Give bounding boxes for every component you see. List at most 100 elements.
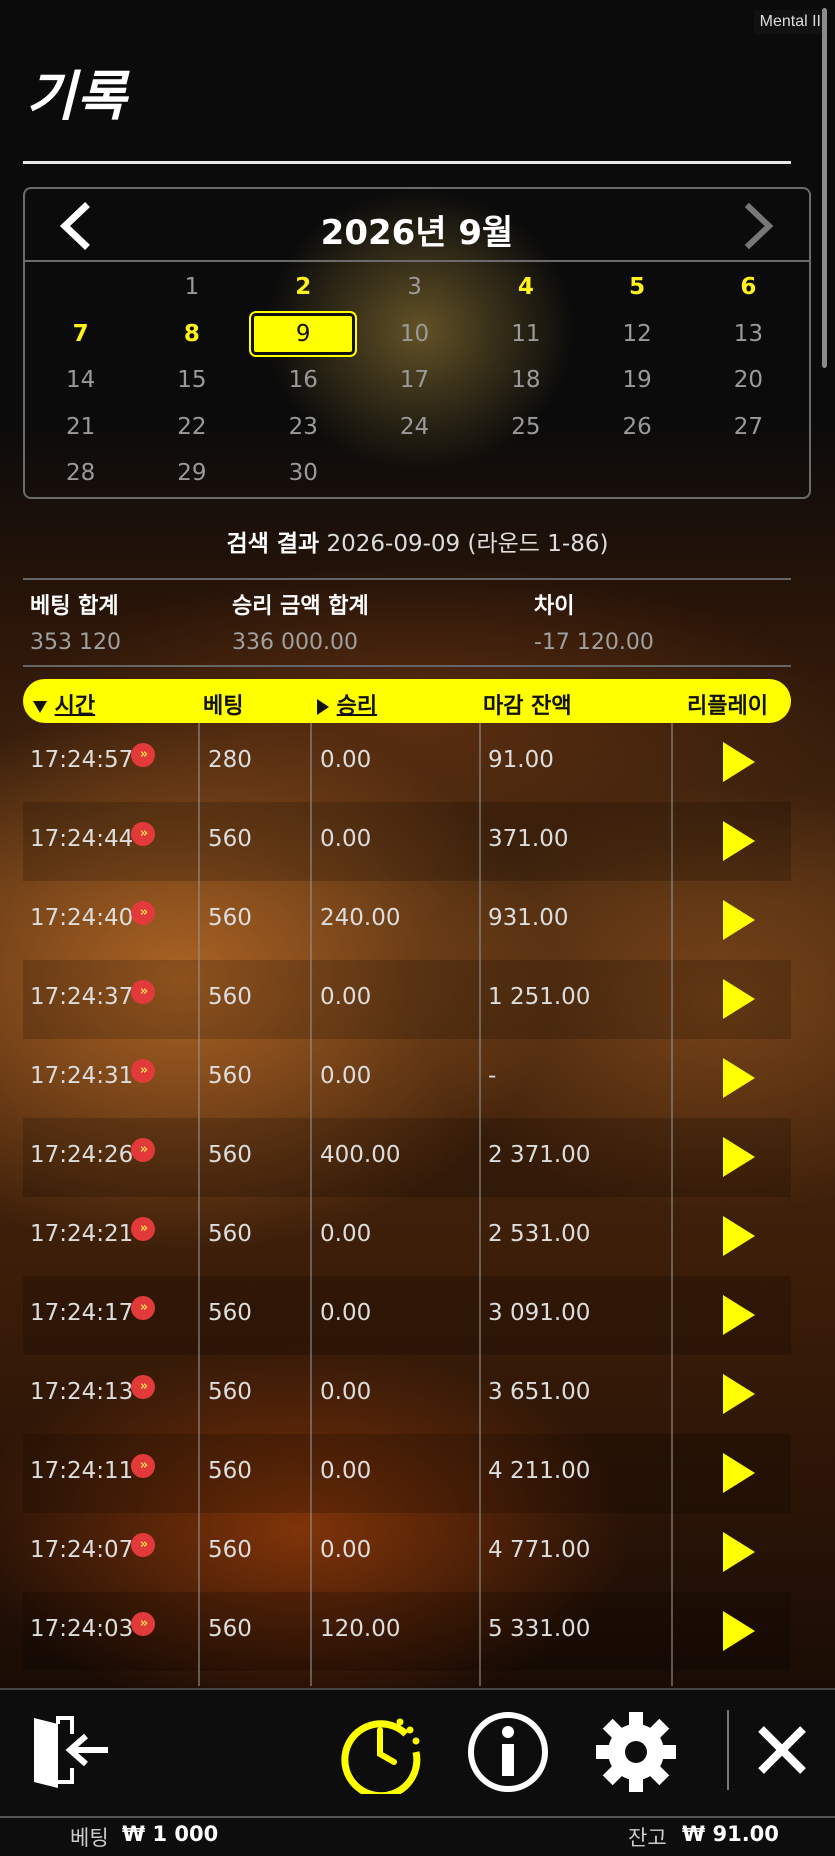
th-win-label: 승리	[336, 694, 378, 719]
calendar-day[interactable]: 6	[708, 267, 788, 307]
turbo-icon: »	[131, 822, 155, 846]
close-icon[interactable]	[756, 1724, 808, 1776]
cell-bet: 560	[208, 1063, 252, 1089]
calendar-day[interactable]: 3	[375, 267, 455, 307]
calendar-day[interactable]: 14	[41, 360, 121, 400]
replay-play-icon[interactable]	[719, 898, 757, 942]
turbo-icon: »	[131, 1533, 155, 1557]
table-row: 17:24:26» 560 400.00 2 371.00	[23, 1118, 791, 1197]
th-balance[interactable]: 마감 잔액	[483, 688, 572, 720]
cell-balance: 2 531.00	[488, 1221, 591, 1247]
calendar-day[interactable]: 29	[152, 453, 232, 493]
replay-play-icon[interactable]	[719, 977, 757, 1021]
cell-bet: 560	[208, 1142, 252, 1168]
calendar: 2026년 9월 1 2 3 4 5 6 7 8 9 10 11 12 13 14 15 16 17 18 19 20…	[23, 187, 811, 499]
diff-label: 차이	[534, 594, 575, 619]
settings-icon[interactable]	[594, 1710, 678, 1794]
calendar-day[interactable]: 23	[263, 407, 343, 447]
calendar-day[interactable]: 27	[708, 407, 788, 447]
cell-bet: 560	[208, 1537, 252, 1563]
calendar-day[interactable]: 4	[486, 267, 566, 307]
search-result-label: 검색 결과	[226, 531, 320, 557]
calendar-day-selected[interactable]: 9	[249, 310, 358, 357]
calendar-day[interactable]: 10	[375, 314, 455, 354]
table-row: 17:24:17» 560 0.00 3 091.00	[23, 1276, 791, 1355]
calendar-day[interactable]: 24	[375, 407, 455, 447]
replay-play-icon[interactable]	[719, 1609, 757, 1653]
history-icon[interactable]	[338, 1710, 422, 1794]
replay-play-icon[interactable]	[719, 1451, 757, 1495]
table-row: 17:24:37» 560 0.00 1 251.00	[23, 960, 791, 1039]
calendar-header: 2026년 9월	[25, 189, 809, 262]
th-bet[interactable]: 베팅	[203, 688, 243, 720]
calendar-day[interactable]: 21	[41, 407, 121, 447]
table-header: 시간 베팅 승리 마감 잔액 리플레이	[23, 679, 791, 723]
calendar-day[interactable]: 8	[152, 314, 232, 354]
next-month-icon[interactable]	[735, 201, 781, 251]
th-time[interactable]: 시간	[33, 688, 95, 720]
replay-play-icon[interactable]	[719, 1372, 757, 1416]
calendar-day[interactable]: 13	[708, 314, 788, 354]
replay-play-icon[interactable]	[719, 1293, 757, 1337]
cell-time: 17:24:11	[30, 1458, 134, 1484]
cell-balance: 91.00	[488, 747, 554, 773]
calendar-day[interactable]: 25	[486, 407, 566, 447]
cell-win: 0.00	[320, 984, 372, 1010]
exit-icon[interactable]	[28, 1712, 112, 1792]
turbo-icon: »	[131, 1612, 155, 1636]
replay-play-icon[interactable]	[719, 1530, 757, 1574]
calendar-day[interactable]: 2	[263, 267, 343, 307]
cell-time: 17:24:26	[30, 1142, 134, 1168]
turbo-icon: »	[131, 743, 155, 767]
table-row: 17:24:21» 560 0.00 2 531.00	[23, 1197, 791, 1276]
calendar-day[interactable]: 20	[708, 360, 788, 400]
calendar-day[interactable]: 17	[375, 360, 455, 400]
cell-balance: 1 251.00	[488, 984, 591, 1010]
calendar-day[interactable]: 11	[486, 314, 566, 354]
table-row: 17:24:57» 280 0.00 91.00	[23, 723, 791, 802]
column-divider	[479, 723, 481, 1686]
replay-play-icon[interactable]	[719, 740, 757, 784]
calendar-day[interactable]: 16	[263, 360, 343, 400]
calendar-day[interactable]: 15	[152, 360, 232, 400]
turbo-icon: »	[131, 1454, 155, 1478]
table-row: 17:24:03» 560 120.00 5 331.00	[23, 1592, 791, 1671]
th-win[interactable]: 승리	[317, 688, 377, 720]
calendar-day[interactable]: 30	[263, 453, 343, 493]
replay-play-icon[interactable]	[719, 1056, 757, 1100]
replay-play-icon[interactable]	[719, 819, 757, 863]
cell-bet: 560	[208, 1458, 252, 1484]
cell-win: 0.00	[320, 1300, 372, 1326]
cell-win: 0.00	[320, 1379, 372, 1405]
replay-play-icon[interactable]	[719, 1135, 757, 1179]
info-icon[interactable]	[466, 1710, 550, 1794]
win-total-value: 336 000.00	[232, 630, 358, 655]
calendar-day[interactable]: 18	[486, 360, 566, 400]
calendar-day[interactable]: 7	[41, 314, 121, 354]
page-title: 기록	[26, 65, 128, 128]
calendar-day[interactable]: 22	[152, 407, 232, 447]
replay-play-icon[interactable]	[719, 1214, 757, 1258]
cell-balance: 3 091.00	[488, 1300, 591, 1326]
turbo-icon: »	[131, 1375, 155, 1399]
cell-win: 0.00	[320, 1221, 372, 1247]
turbo-icon: »	[131, 1059, 155, 1083]
calendar-day[interactable]: 12	[597, 314, 677, 354]
cell-win: 0.00	[320, 1063, 372, 1089]
status-balance-value: ₩ 91.00	[682, 1822, 779, 1846]
turbo-icon: »	[131, 901, 155, 925]
calendar-day[interactable]: 19	[597, 360, 677, 400]
cell-win: 120.00	[320, 1616, 401, 1642]
cell-bet: 560	[208, 1616, 252, 1642]
calendar-day[interactable]: 28	[41, 453, 121, 493]
brand-badge: Mental II	[753, 10, 827, 34]
calendar-day[interactable]: 26	[597, 407, 677, 447]
table-row: 17:24:13» 560 0.00 3 651.00	[23, 1355, 791, 1434]
calendar-day[interactable]: 1	[152, 267, 232, 307]
calendar-day[interactable]: 5	[597, 267, 677, 307]
scrollbar-thumb[interactable]	[822, 8, 827, 368]
turbo-icon: »	[131, 980, 155, 1004]
turbo-icon: »	[131, 1296, 155, 1320]
bet-total-label: 베팅 합계	[30, 594, 119, 619]
cell-win: 0.00	[320, 826, 372, 852]
